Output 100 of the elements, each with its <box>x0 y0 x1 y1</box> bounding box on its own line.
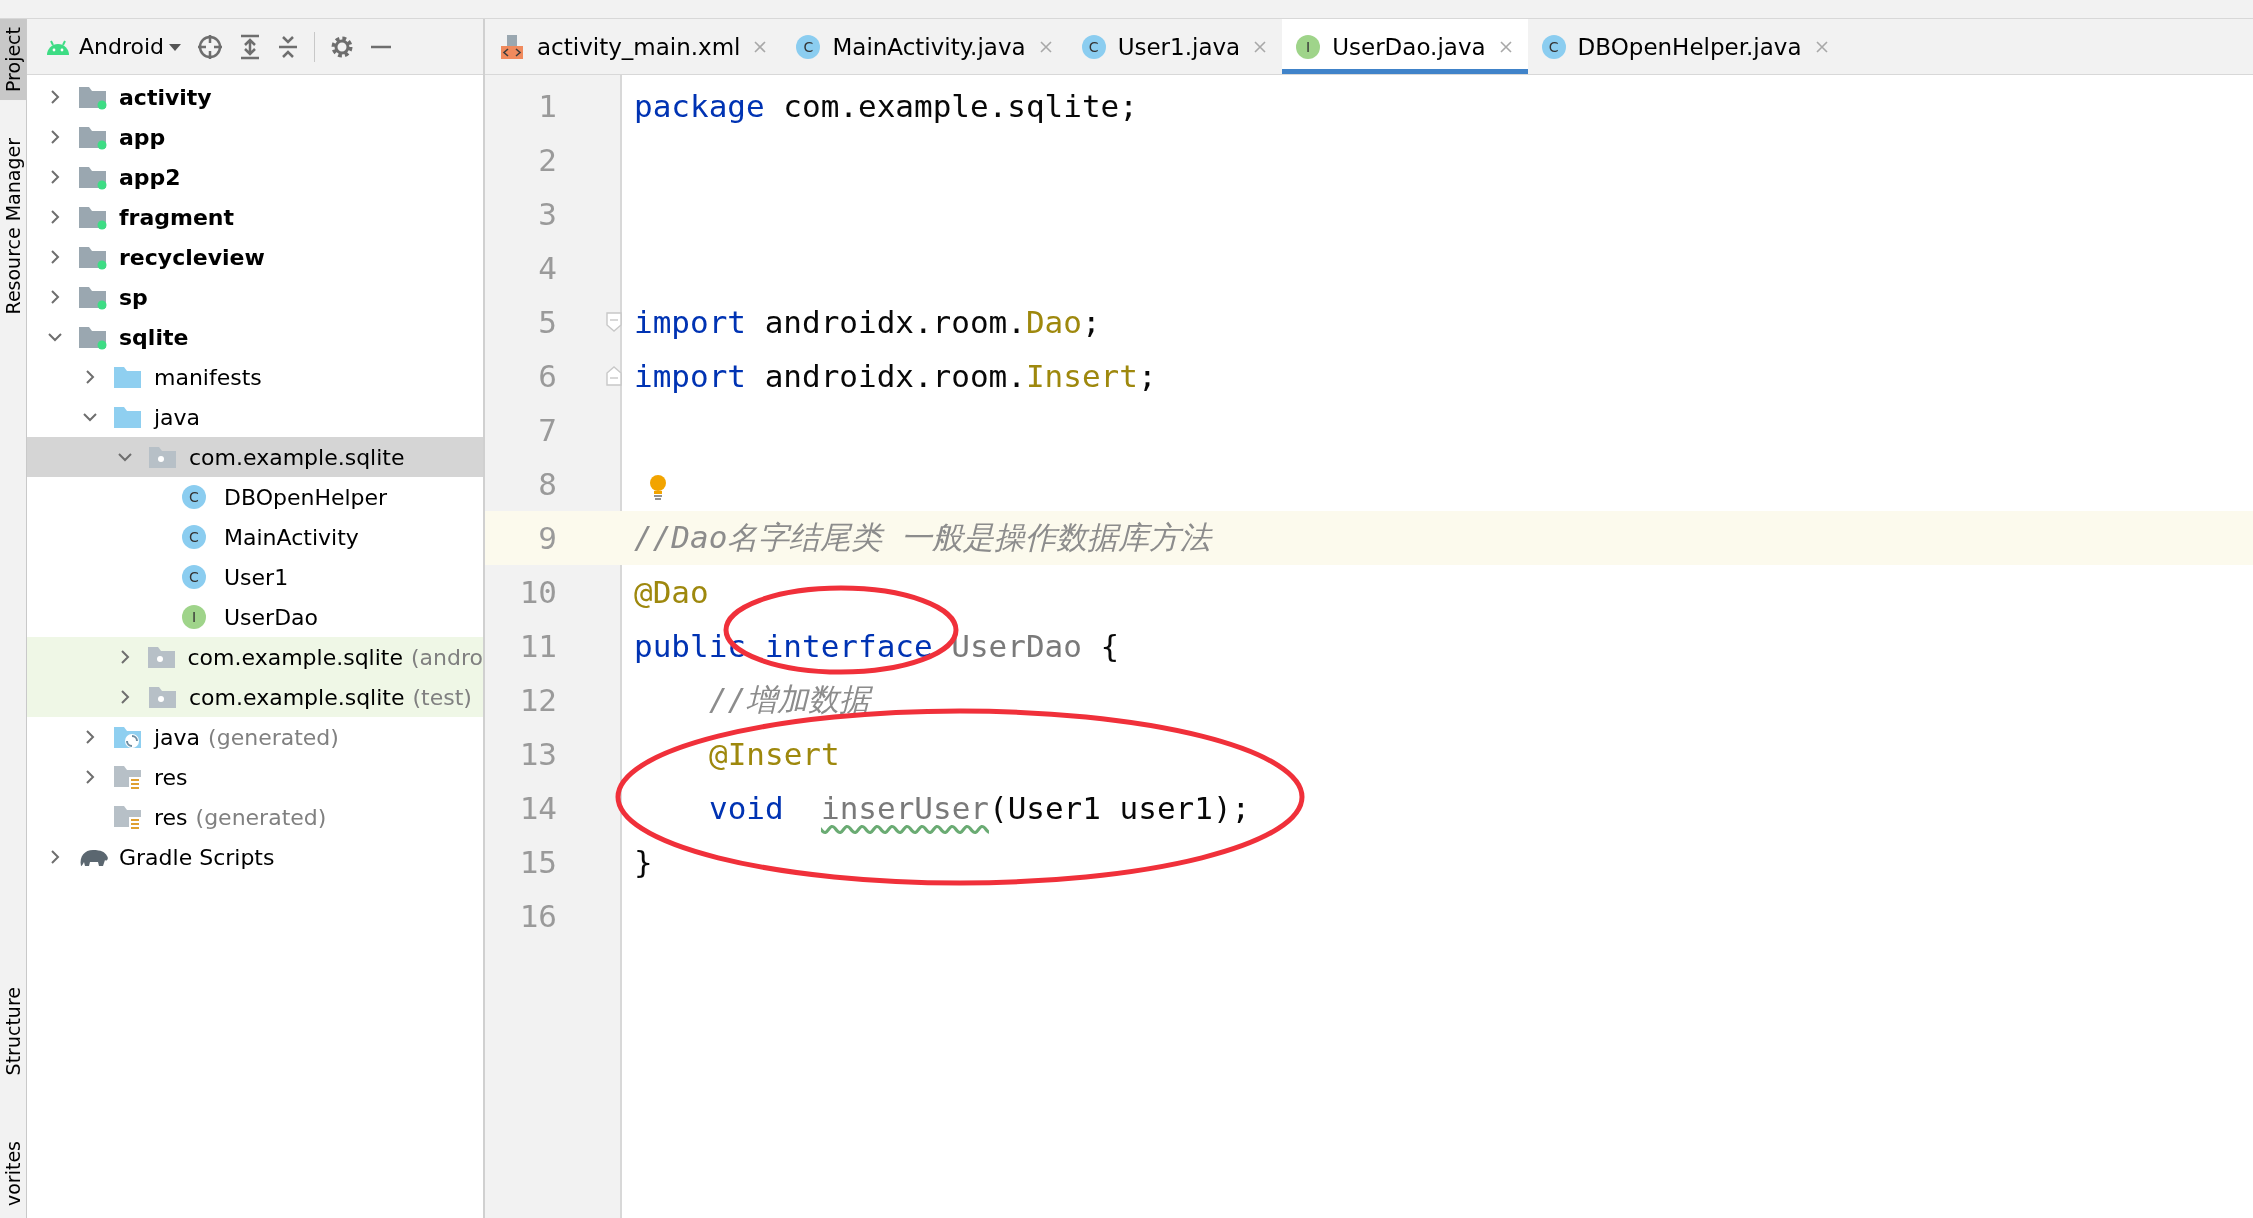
module-folder-icon <box>77 204 109 230</box>
class-icon: C <box>796 34 821 59</box>
item-label: User1 <box>224 564 289 590</box>
tool-window-tab[interactable]: Structure <box>0 978 26 1083</box>
tree-item[interactable]: com.example.sqlite (andro <box>27 637 483 677</box>
tree-item[interactable]: res <box>27 757 483 797</box>
tree-item[interactable]: sqlite <box>27 317 483 357</box>
item-note: (test) <box>412 684 472 710</box>
class-icon: C <box>182 485 206 509</box>
line-number: 10 <box>518 574 558 610</box>
code-token: void <box>709 790 785 826</box>
package-folder-icon <box>147 684 179 710</box>
tree-item[interactable]: C MainActivity <box>27 517 483 557</box>
module-folder-icon <box>77 124 109 150</box>
item-label: recycleview <box>119 244 265 270</box>
line-number: 8 <box>537 466 558 502</box>
item-label: app2 <box>119 164 181 190</box>
class-icon: C <box>1081 34 1106 59</box>
item-label: sqlite <box>119 324 189 350</box>
editor-tab[interactable]: C DBOpenHelper.java <box>1527 19 1844 74</box>
tree-item[interactable]: app2 <box>27 157 483 197</box>
code-token: Insert <box>1025 358 1138 394</box>
line-number: 14 <box>518 790 558 826</box>
class-icon: C <box>182 525 206 549</box>
module-folder-icon <box>77 84 109 110</box>
editor-tab[interactable]: C User1.java <box>1067 19 1283 74</box>
xml-file-icon <box>499 33 525 60</box>
tree-item[interactable]: sp <box>27 277 483 317</box>
code-token: import <box>634 304 746 340</box>
code-token: ; <box>1137 358 1157 394</box>
tree-item[interactable]: java <box>27 397 483 437</box>
code-token: ; <box>1081 304 1101 340</box>
code-token: } <box>634 844 653 880</box>
code-token: package <box>634 88 765 124</box>
generated-folder-icon <box>112 724 144 750</box>
tree-item[interactable]: C DBOpenHelper <box>27 477 483 517</box>
module-folder-icon <box>77 284 109 310</box>
item-label: res <box>154 804 188 830</box>
tree-item[interactable]: java (generated) <box>27 717 483 757</box>
tree-item[interactable]: com.example.sqlite <box>27 437 483 477</box>
code-token: //增加数据 <box>709 680 871 719</box>
code-token: Dao <box>1025 304 1082 340</box>
tree-item[interactable]: com.example.sqlite (test) <box>27 677 483 717</box>
module-folder-icon <box>77 244 109 270</box>
item-label: manifests <box>154 364 262 390</box>
item-label: fragment <box>119 204 235 230</box>
item-label: java <box>154 724 201 750</box>
tree-item[interactable]: recycleview <box>27 237 483 277</box>
tool-window-tab[interactable]: Resource Manager <box>0 130 26 323</box>
lightbulb-icon[interactable] <box>648 474 668 502</box>
fold-start-icon[interactable] <box>606 312 622 332</box>
tree-item[interactable]: C User1 <box>27 557 483 597</box>
close-icon[interactable] <box>1497 38 1514 55</box>
code-token: inserUser <box>821 790 989 826</box>
item-label: MainActivity <box>224 524 359 550</box>
tree-item[interactable]: fragment <box>27 197 483 237</box>
item-note: (generated) <box>208 724 339 750</box>
item-label: Gradle Scripts <box>119 844 275 870</box>
interface-icon: I <box>182 605 206 629</box>
code-token: androidx.room. <box>763 358 1026 394</box>
line-number: 9 <box>537 520 558 556</box>
item-label: sp <box>119 284 148 310</box>
editor-tab[interactable]: C MainActivity.java <box>782 19 1068 74</box>
item-label: com.example.sqlite <box>189 684 405 710</box>
item-label: app <box>119 124 166 150</box>
line-number: 1 <box>537 88 558 124</box>
line-number: 16 <box>518 898 558 934</box>
line-number: 13 <box>518 736 558 772</box>
editor-tab[interactable]: activity_main.xml <box>485 19 783 74</box>
tree-item[interactable]: I UserDao <box>27 597 483 637</box>
code-token: @Dao <box>634 574 709 610</box>
line-number: 11 <box>518 628 558 664</box>
line-number: 15 <box>518 844 558 880</box>
class-icon: C <box>182 565 206 589</box>
line-number: 5 <box>537 304 558 340</box>
line-number: 12 <box>518 682 558 718</box>
locate-icon[interactable] <box>196 32 225 61</box>
line-number: 6 <box>537 358 558 394</box>
code-token: com.example.sqlite; <box>782 88 1138 124</box>
tree-item[interactable]: manifests <box>27 357 483 397</box>
tool-window-tab[interactable]: vorites <box>0 1133 26 1214</box>
tree-item[interactable]: res (generated) <box>27 797 483 837</box>
tree-item[interactable]: activity <box>27 77 483 117</box>
item-label: java <box>154 404 201 430</box>
item-label: res <box>154 764 188 790</box>
resource-folder-icon <box>112 803 144 831</box>
tool-window-tab[interactable]: Project <box>0 19 26 100</box>
item-label: com.example.sqlite <box>187 644 403 670</box>
code-token: UserDao <box>951 628 1082 664</box>
module-folder-icon <box>77 164 109 190</box>
code-token: { <box>1099 628 1120 664</box>
tree-item[interactable]: Gradle Scripts <box>27 837 483 877</box>
module-folder-icon <box>77 324 109 350</box>
code-token: @Insert <box>709 736 840 772</box>
editor-tab[interactable]: I UserDao.java <box>1282 19 1528 74</box>
line-number: 7 <box>537 412 558 448</box>
tree-item[interactable]: app <box>27 117 483 157</box>
item-label: activity <box>119 84 212 110</box>
item-label: com.example.sqlite <box>189 444 405 470</box>
view-dropdown[interactable]: Android <box>79 34 183 59</box>
